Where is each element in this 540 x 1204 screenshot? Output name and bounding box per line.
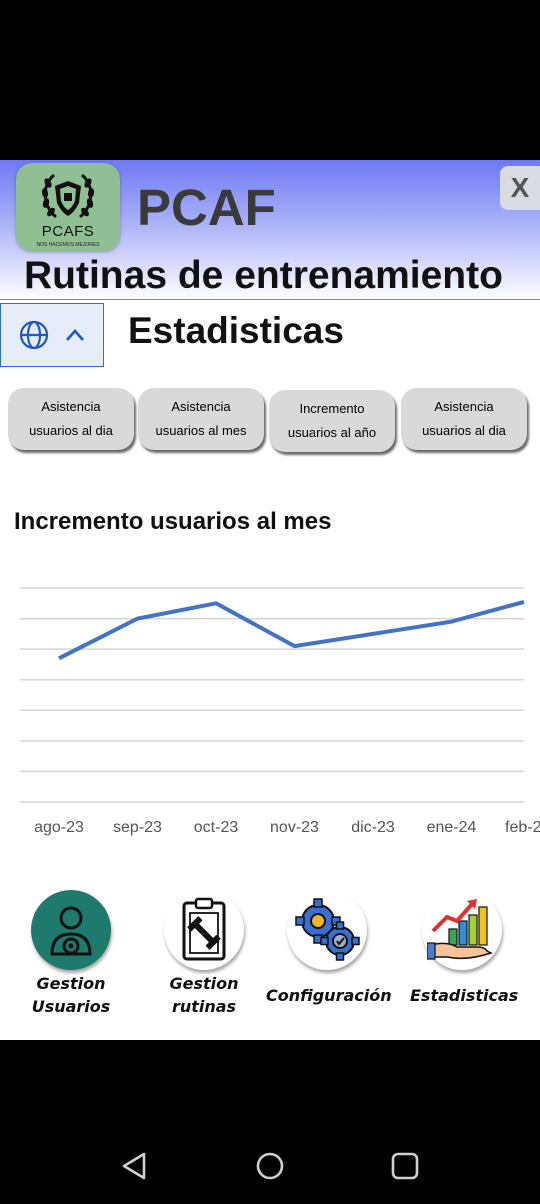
x-tick-label: nov-23: [270, 819, 319, 836]
home-icon[interactable]: [254, 1150, 286, 1182]
close-button[interactable]: X: [500, 166, 540, 210]
app-name: PCAF: [137, 179, 276, 236]
tab-label-line2: usuarios al dia: [422, 423, 506, 438]
tab-asistencia-mes[interactable]: Asistencia usuarios al mes: [138, 388, 264, 450]
tab-incremento-ano[interactable]: Incremento usuarios al año: [269, 390, 395, 452]
growth-chart-icon: [422, 890, 502, 970]
x-tick-label: sep-23: [113, 819, 162, 836]
nav-gestion-usuarios[interactable]: Gestion Usuarios: [26, 890, 116, 1018]
language-selector-button[interactable]: [0, 303, 104, 367]
gears-icon: [287, 890, 367, 970]
nav-label: Estadisticas: [410, 986, 519, 1005]
page-title: Rutinas de entrenamiento: [24, 254, 503, 297]
x-tick-label: oct-23: [194, 819, 239, 836]
x-tick-label: dic-23: [351, 819, 395, 836]
tab-label-line2: usuarios al mes: [155, 423, 247, 438]
x-tick-label: ene-24: [427, 819, 477, 836]
x-tick-label: feb-24: [505, 819, 540, 836]
tab-label-line2: usuarios al año: [287, 425, 377, 440]
clipboard-dumbbell-icon: [164, 890, 244, 970]
tab-label-line2: usuarios al dia: [29, 423, 113, 438]
title-divider: [0, 299, 540, 300]
logo-subtext: NOS HACEMOS MEJORES: [36, 242, 100, 248]
nav-label: Gestion rutinas: [169, 974, 239, 1016]
tab-label-line1: Asistencia: [41, 399, 101, 414]
app-screen: PCAFS NOS HACEMOS MEJORES PCAF X Rutinas…: [0, 160, 540, 1040]
users-gear-icon: [31, 890, 111, 970]
logo-text: PCAFS: [41, 223, 95, 240]
app-logo: PCAFS NOS HACEMOS MEJORES: [16, 163, 120, 251]
tab-asistencia-dia-2[interactable]: Asistencia usuarios al dia: [401, 388, 527, 450]
back-icon[interactable]: [118, 1150, 150, 1182]
recents-icon[interactable]: [389, 1150, 421, 1182]
tab-label-line1: Asistencia: [171, 399, 231, 414]
nav-configuracion[interactable]: Configuración: [266, 890, 392, 1007]
tab-label-line1: Incremento: [299, 401, 365, 416]
line-chart: ago-23 sep-23 oct-23 nov-23 dic-23 ene-24 feb-…: [20, 587, 540, 836]
nav-label: Configuración: [266, 986, 392, 1005]
tab-label-line1: Asistencia: [434, 399, 494, 414]
laurel-shield-icon: [41, 173, 95, 219]
nav-estadisticas[interactable]: Estadisticas: [410, 890, 519, 1007]
tab-asistencia-dia[interactable]: Asistencia usuarios al dia: [8, 388, 134, 450]
nav-gestion-rutinas[interactable]: Gestion rutinas: [158, 890, 250, 1018]
x-tick-label: ago-23: [34, 819, 84, 836]
chart-title: Incremento usuarios al mes: [14, 508, 332, 535]
x-axis-labels: ago-23 sep-23 oct-23 nov-23 dic-23 ene-24 feb-…: [34, 819, 540, 836]
nav-label: Gestion Usuarios: [31, 974, 111, 1016]
section-title: Estadisticas: [128, 310, 344, 351]
globe-icon: [19, 320, 49, 350]
status-bar: [0, 0, 540, 160]
chevron-up-icon: [66, 329, 84, 341]
